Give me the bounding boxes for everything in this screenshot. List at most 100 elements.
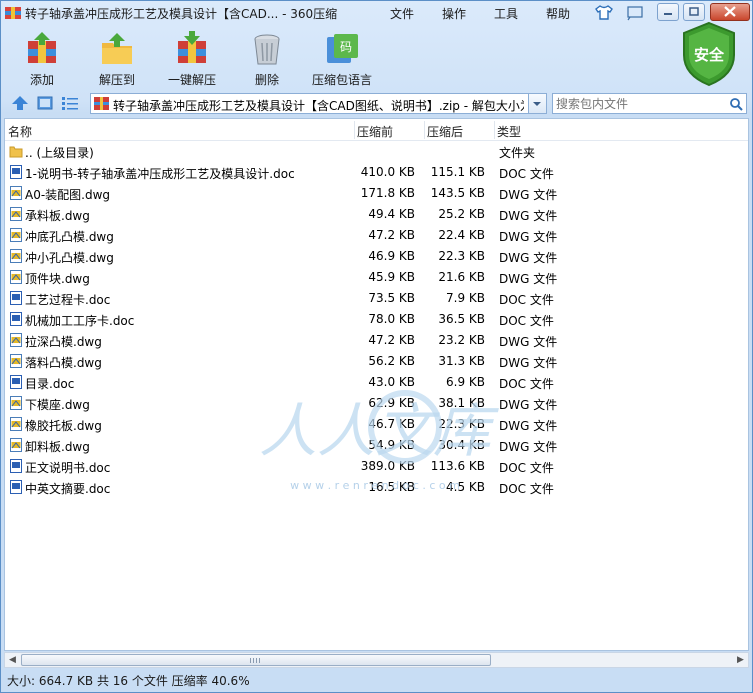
file-name: 落料凸模.dwg <box>25 356 102 370</box>
column-header-name[interactable]: 名称 <box>8 123 32 140</box>
file-type: DWG 文件 <box>499 398 558 412</box>
one-click-extract-button[interactable]: 一键解压 <box>157 27 227 89</box>
security-shield-button[interactable]: 安全 <box>681 21 737 87</box>
file-row[interactable]: 橡胶托板.dwg 46.7 KB 22.3 KB DWG 文件 <box>5 414 748 435</box>
file-row[interactable]: 承料板.dwg 49.4 KB 25.2 KB DWG 文件 <box>5 204 748 225</box>
file-size-after: 22.3 KB <box>438 417 485 431</box>
file-size-before: 43.0 KB <box>368 375 415 389</box>
file-row[interactable]: 冲小孔凸模.dwg 46.9 KB 22.3 KB DWG 文件 <box>5 246 748 267</box>
search-icon[interactable] <box>729 97 743 111</box>
delete-button[interactable]: 删除 <box>232 27 302 89</box>
file-size-before: 171.8 KB <box>360 186 415 200</box>
file-row[interactable]: 顶件块.dwg 45.9 KB 21.6 KB DWG 文件 <box>5 267 748 288</box>
list-view-icon[interactable] <box>61 95 79 111</box>
thumbnail-view-icon[interactable] <box>36 95 54 111</box>
file-row[interactable]: 正文说明书.doc 389.0 KB 113.6 KB DOC 文件 <box>5 456 748 477</box>
menu-tools[interactable]: 工具 <box>494 5 518 22</box>
feedback-icon[interactable] <box>625 4 645 21</box>
security-label: 安全 <box>693 46 724 64</box>
doc-file-icon <box>9 374 23 390</box>
file-row[interactable]: 下模座.dwg 62.9 KB 38.1 KB DWG 文件 <box>5 393 748 414</box>
close-button[interactable] <box>710 3 750 21</box>
doc-file-icon <box>9 311 23 327</box>
scroll-left-arrow[interactable]: ◀ <box>5 653 20 667</box>
column-header-type[interactable]: 类型 <box>497 123 521 140</box>
address-dropdown-button[interactable] <box>529 93 547 114</box>
file-type: DOC 文件 <box>499 461 554 475</box>
address-path: 转子轴承盖冲压成形工艺及模具设计【含CAD图纸、说明书】.zip - 解包大小为… <box>113 99 524 113</box>
delete-label: 删除 <box>254 73 279 87</box>
archive-language-label: 压缩包语言 <box>311 73 372 87</box>
dwg-file-icon <box>9 395 23 411</box>
dwg-file-icon <box>9 416 23 432</box>
scrollbar-thumb[interactable] <box>21 654 491 666</box>
add-button[interactable]: 添加 <box>7 27 77 89</box>
file-size-before: 62.9 KB <box>368 396 415 410</box>
parent-directory-row[interactable]: .. (上级目录) 文件夹 <box>5 141 748 162</box>
file-type: DOC 文件 <box>499 482 554 496</box>
file-size-before: 46.9 KB <box>368 249 415 263</box>
file-type: DWG 文件 <box>499 272 558 286</box>
add-button-label: 添加 <box>29 73 54 87</box>
menu-operation[interactable]: 操作 <box>442 5 466 22</box>
file-size-after: 21.6 KB <box>438 270 485 284</box>
address-row: 转子轴承盖冲压成形工艺及模具设计【含CAD图纸、说明书】.zip - 解包大小为… <box>1 92 752 116</box>
file-name: .. (上级目录) <box>25 146 94 160</box>
file-name: 拉深凸模.dwg <box>25 335 102 349</box>
file-row[interactable]: 冲底孔凸模.dwg 47.2 KB 22.4 KB DWG 文件 <box>5 225 748 246</box>
file-size-before: 46.7 KB <box>368 417 415 431</box>
file-row[interactable]: 拉深凸模.dwg 47.2 KB 23.2 KB DWG 文件 <box>5 330 748 351</box>
address-bar[interactable]: 转子轴承盖冲压成形工艺及模具设计【含CAD图纸、说明书】.zip - 解包大小为… <box>90 93 529 114</box>
horizontal-scrollbar[interactable]: ◀ ▶ <box>4 652 749 668</box>
file-row[interactable]: 卸料板.dwg 54.9 KB 30.4 KB DWG 文件 <box>5 435 748 456</box>
extract-to-label: 解压到 <box>98 73 135 87</box>
file-name: 正文说明书.doc <box>25 461 111 475</box>
archive-language-icon: 码 <box>327 34 358 63</box>
file-size-after: 23.2 KB <box>438 333 485 347</box>
menu-help[interactable]: 帮助 <box>546 5 570 22</box>
file-type: DWG 文件 <box>499 251 558 265</box>
file-row[interactable]: 落料凸模.dwg 56.2 KB 31.3 KB DWG 文件 <box>5 351 748 372</box>
file-name: 目录.doc <box>25 377 75 391</box>
file-size-after: 30.4 KB <box>438 438 485 452</box>
file-row[interactable]: 工艺过程卡.doc 73.5 KB 7.9 KB DOC 文件 <box>5 288 748 309</box>
search-input[interactable] <box>556 96 726 111</box>
maximize-button[interactable] <box>683 3 705 21</box>
one-click-extract-icon <box>178 31 206 63</box>
maximize-icon <box>689 7 699 16</box>
archive-language-button[interactable]: 码 压缩包语言 <box>307 27 377 89</box>
column-divider[interactable] <box>424 121 425 139</box>
archive-app-icon <box>5 7 21 19</box>
file-row[interactable]: 1-说明书-转子轴承盖冲压成形工艺及模具设计.doc 410.0 KB 115.1 … <box>5 162 748 183</box>
svg-text:码: 码 <box>340 40 352 54</box>
file-size-before: 54.9 KB <box>368 438 415 452</box>
column-divider[interactable] <box>354 121 355 139</box>
column-divider[interactable] <box>494 121 495 139</box>
file-row[interactable]: A0-装配图.dwg 171.8 KB 143.5 KB DWG 文件 <box>5 183 748 204</box>
file-row[interactable]: 机械加工工序卡.doc 78.0 KB 36.5 KB DOC 文件 <box>5 309 748 330</box>
dwg-file-icon <box>9 269 23 285</box>
extract-to-button[interactable]: 解压到 <box>82 27 152 89</box>
toolbar: 添加 解压到 一键解压 删除 码 压缩包语言 <box>1 27 752 91</box>
file-row[interactable]: 中英文摘要.doc 16.5 KB 4.5 KB DOC 文件 <box>5 477 748 498</box>
column-header-before[interactable]: 压缩前 <box>357 123 393 140</box>
file-type: DWG 文件 <box>499 419 558 433</box>
file-row[interactable]: 目录.doc 43.0 KB 6.9 KB DOC 文件 <box>5 372 748 393</box>
up-arrow-icon[interactable] <box>11 95 29 111</box>
minimize-button[interactable] <box>657 3 679 21</box>
scroll-right-arrow[interactable]: ▶ <box>733 653 748 667</box>
file-size-after: 22.4 KB <box>438 228 485 242</box>
file-size-after: 143.5 KB <box>430 186 485 200</box>
file-type: DOC 文件 <box>499 167 554 181</box>
doc-file-icon <box>9 458 23 474</box>
file-type: DWG 文件 <box>499 209 558 223</box>
file-type: DOC 文件 <box>499 293 554 307</box>
file-type: DWG 文件 <box>499 335 558 349</box>
shirt-skin-icon[interactable] <box>594 4 614 21</box>
doc-file-icon <box>9 479 23 495</box>
column-header-after[interactable]: 压缩后 <box>427 123 463 140</box>
menu-file[interactable]: 文件 <box>390 5 414 22</box>
trash-bin-icon <box>254 34 280 65</box>
chevron-down-icon <box>533 102 541 106</box>
file-name: A0-装配图.dwg <box>25 188 111 202</box>
